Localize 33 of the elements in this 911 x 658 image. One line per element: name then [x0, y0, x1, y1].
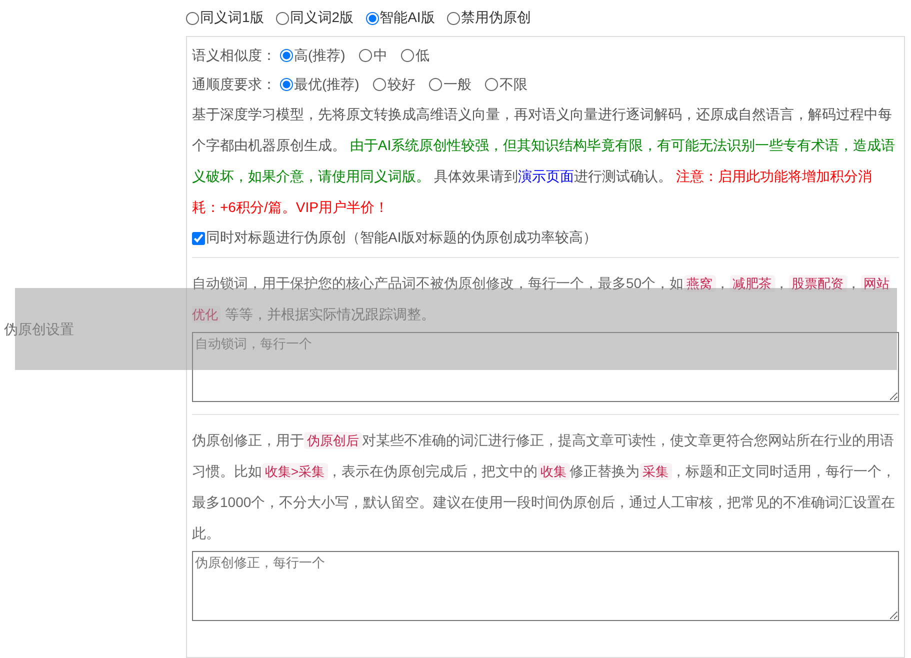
option-label[interactable]: 高(推荐): [294, 46, 346, 64]
field-label: 语义相似度：: [192, 46, 276, 64]
radio-button[interactable]: [276, 12, 289, 24]
option-label[interactable]: 一般: [443, 76, 472, 94]
radio-button[interactable]: [186, 12, 199, 24]
description-text: 伪原创修正，用于 伪原创后 对某些不准确的词汇进行修正，提高文章可读性，使文章更符合您网站所在行业的用语习惯。比如 收集>采集 ，表示在伪原创完成后，把文中的 收集 修正替换为 采集 ，标题和正文同时适用，每行一个，最多1000个，不分大小写，默认留空。建议在使用一段时间伪原创后，通过人工审核，把常见的不准确词汇设置在此。: [192, 431, 897, 543]
checkbox-label[interactable]: 同时对标题进行伪原创（智能AI版对标题的伪原创成功率较高）: [206, 229, 598, 247]
radio-button[interactable]: [373, 78, 386, 91]
description-text: 基于深度学习模型，先将原文转换成高维语义向量，再对语义向量进行逐词解码，还原成自然语言，解码过程中每个字都由机器原创生成。 由于AI系统原创性较强，但其知识结构毕竟有限，有可能无法识别一些专有术语，造成语义破坏，如果介意，请使用同义词版。 具体效果请到演示页面进行测试确认。 注意：启用此功能将增加积分消耗：+6积分/篇。VIP用户半价！: [192, 105, 896, 217]
corrections-field[interactable]: 伪原创修正，每行一个: [192, 551, 899, 621]
radio-button[interactable]: [280, 49, 293, 62]
option-label[interactable]: 较好: [387, 76, 416, 94]
description-text: 自动锁词，用于保护您的核心产品词不被伪原创修改，每行一个，最多50个，如 燕窝 ， 减肥茶 ， 股票配资 ， 网站优化 等等，并根据实际情况跟踪调整。: [192, 274, 891, 325]
option-label[interactable]: 中: [373, 46, 388, 64]
option-label[interactable]: 禁用伪原创: [460, 9, 531, 27]
option-label[interactable]: 同义词2版: [290, 9, 354, 27]
demo-link[interactable]: 演示页面: [518, 168, 574, 184]
option-label[interactable]: 同义词1版: [200, 9, 264, 27]
checkbox[interactable]: [192, 232, 205, 244]
radio-button[interactable]: [429, 78, 442, 91]
field-label: 通顺度要求：: [192, 76, 276, 94]
radio-button[interactable]: [280, 78, 293, 91]
radio-button[interactable]: [446, 12, 460, 24]
radio-button[interactable]: [366, 12, 379, 24]
section-label: 伪原创设置: [3, 321, 74, 339]
lock-words-field[interactable]: 自动锁词，每行一个: [192, 332, 899, 402]
radio-button[interactable]: [359, 49, 372, 62]
radio-button[interactable]: [485, 78, 498, 91]
option-label[interactable]: 智能AI版: [380, 9, 435, 27]
radio-button[interactable]: [401, 49, 414, 62]
option-label[interactable]: 低: [415, 46, 430, 64]
option-label[interactable]: 不限: [499, 76, 528, 94]
option-label[interactable]: 最优(推荐): [294, 76, 360, 94]
